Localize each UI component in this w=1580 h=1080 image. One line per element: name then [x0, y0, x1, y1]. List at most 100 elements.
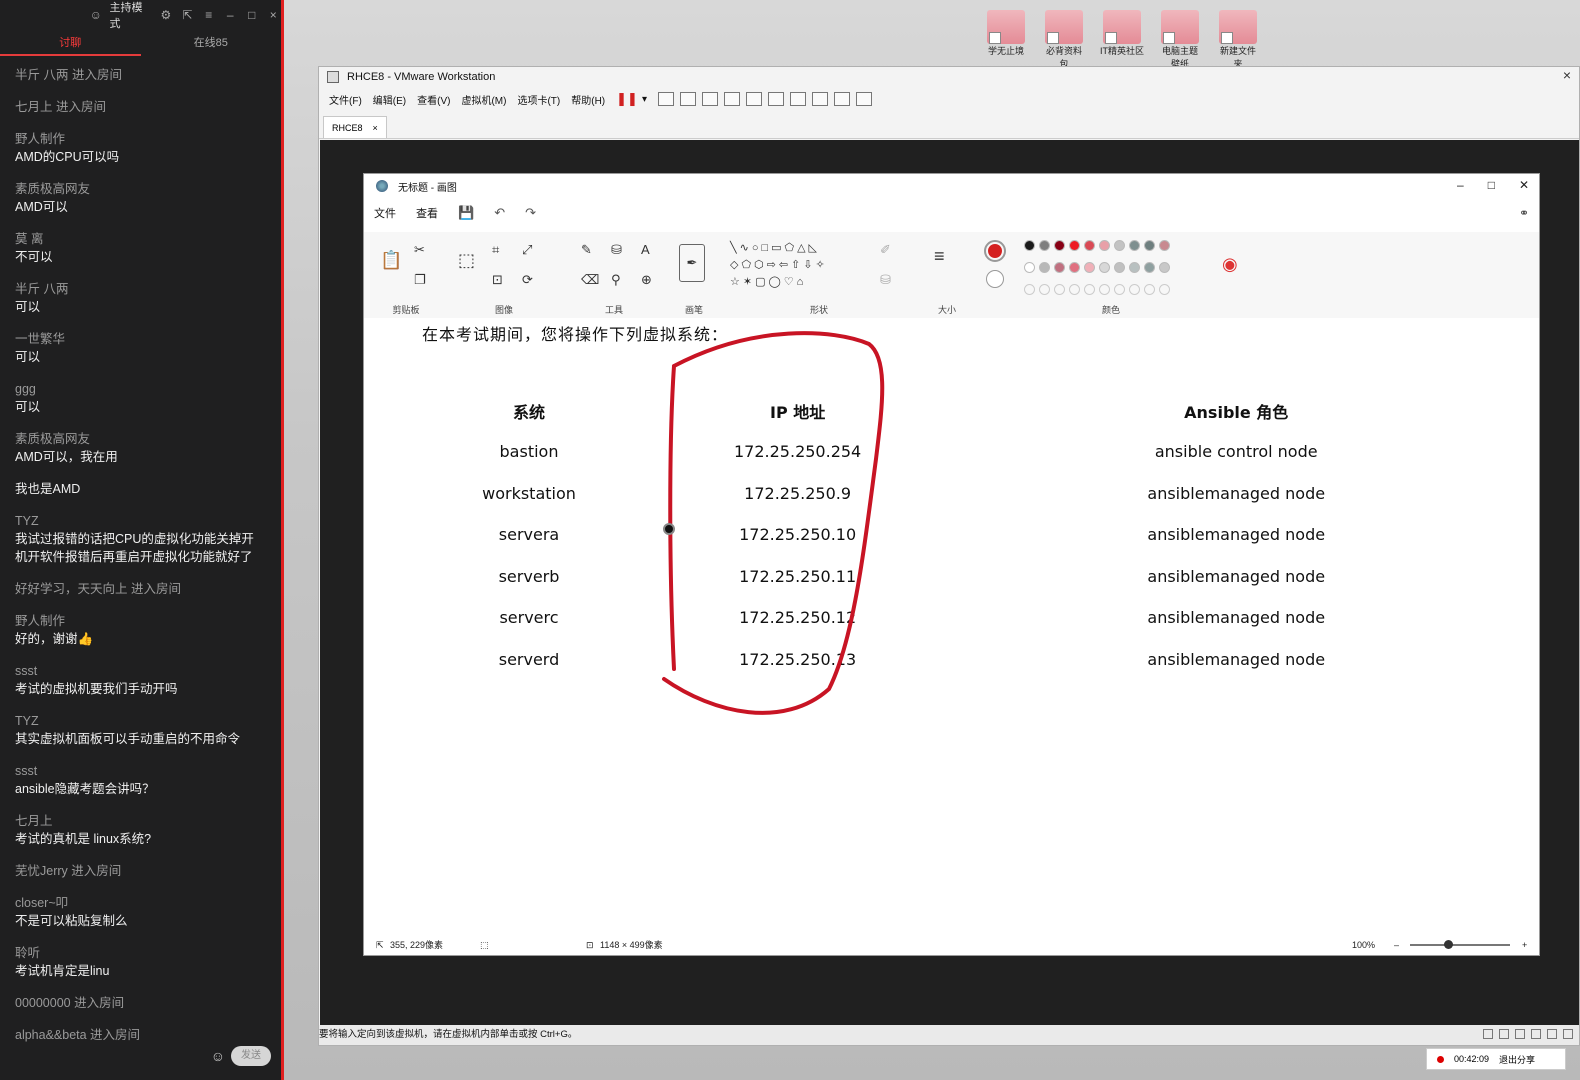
color-swatch[interactable]	[1039, 240, 1050, 251]
color2-swatch[interactable]	[986, 270, 1004, 288]
minimize-icon[interactable]: –	[223, 8, 238, 22]
text-icon[interactable]: A	[641, 242, 650, 257]
shape-fill-icon[interactable]: ⛁	[880, 272, 891, 288]
resize-icon[interactable]: ⤢	[522, 242, 532, 258]
send-button[interactable]: 发送	[231, 1046, 271, 1066]
chat-username[interactable]: ggg	[15, 380, 266, 398]
chat-username[interactable]: 素质极高网友	[15, 430, 266, 448]
chat-username[interactable]: closer~叩	[15, 894, 266, 912]
color-swatch[interactable]	[1054, 240, 1065, 251]
color-swatch[interactable]	[1159, 240, 1170, 251]
custom-color-slot[interactable]	[1054, 284, 1065, 295]
desktop-folder-icon[interactable]: 必背资料包	[1042, 10, 1086, 70]
color-swatch[interactable]	[1024, 262, 1035, 273]
menu-tabs[interactable]: 选项卡(T)	[517, 92, 560, 107]
color-swatch[interactable]	[1069, 262, 1080, 273]
pause-dropdown-icon[interactable]: ▾	[642, 94, 647, 105]
pencil-icon[interactable]: ✎	[581, 242, 592, 258]
close-icon[interactable]: ✕	[1519, 178, 1529, 192]
emoji-icon[interactable]: ☺	[211, 1048, 225, 1064]
library-icon[interactable]	[745, 92, 762, 106]
image-select-icon[interactable]: ⊡	[492, 272, 503, 288]
menu-file[interactable]: 文件(F)	[329, 92, 362, 107]
chat-username[interactable]: TYZ	[15, 712, 266, 730]
fullscreen-icon[interactable]	[789, 92, 806, 106]
outline-icon[interactable]: ✐	[880, 242, 891, 258]
zoom-out-icon[interactable]: –	[1394, 935, 1399, 955]
menu-edit[interactable]: 编辑(E)	[373, 92, 406, 107]
chat-username[interactable]: 聆听	[15, 944, 266, 962]
menu-view[interactable]: 查看	[416, 205, 438, 221]
snapshot-icon[interactable]	[679, 92, 696, 106]
color1-swatch[interactable]	[984, 240, 1006, 262]
zoom-slider-handle[interactable]	[1444, 940, 1453, 949]
chat-username[interactable]: ssst	[15, 662, 266, 680]
save-icon[interactable]: 💾	[458, 205, 474, 221]
maximize-icon[interactable]: □	[244, 8, 259, 22]
custom-color-slot[interactable]	[1159, 284, 1170, 295]
custom-color-slot[interactable]	[1024, 284, 1035, 295]
redo-icon[interactable]: ↷	[525, 205, 536, 221]
vmware-close-icon[interactable]: ×	[1563, 67, 1571, 83]
menu-help[interactable]: 帮助(H)	[571, 92, 605, 107]
unity-icon[interactable]	[811, 92, 828, 106]
network-icon[interactable]	[1515, 1029, 1525, 1039]
color-swatch[interactable]	[1054, 262, 1065, 273]
sound-icon[interactable]	[1547, 1029, 1557, 1039]
paint-canvas[interactable]: 在本考试期间，您将操作下列虚拟系统： 系统 IP 地址 Ansible 角色 b…	[364, 319, 1539, 939]
desktop-folder-icon[interactable]: 电脑主题壁纸	[1158, 10, 1202, 70]
tab-online[interactable]: 在线85	[141, 30, 282, 56]
color-picker-icon[interactable]: ⚲	[611, 272, 621, 288]
custom-color-slot[interactable]	[1039, 284, 1050, 295]
color-swatch[interactable]	[1114, 262, 1125, 273]
share-icon[interactable]: ⚭	[1519, 206, 1529, 220]
fill-icon[interactable]: ⛁	[611, 242, 622, 258]
custom-color-slot[interactable]	[1129, 284, 1140, 295]
chat-username[interactable]: 半斤 八两	[15, 280, 266, 298]
tab-chat[interactable]: 讨聊	[0, 30, 141, 56]
select-icon[interactable]: ⬚	[458, 250, 475, 271]
minimize-icon[interactable]: –	[1457, 178, 1464, 192]
paste-icon[interactable]: 📋	[380, 250, 402, 271]
cut-icon[interactable]: ✂	[414, 242, 425, 258]
color-swatch[interactable]	[1114, 240, 1125, 251]
chat-username[interactable]: ssst	[15, 762, 266, 780]
tab-close-icon[interactable]: ×	[373, 117, 378, 138]
menu-file[interactable]: 文件	[374, 205, 396, 221]
brush-icon[interactable]: ✒	[679, 244, 705, 282]
maximize-icon[interactable]: □	[1488, 178, 1495, 192]
chat-username[interactable]: 莫 离	[15, 230, 266, 248]
color-swatch[interactable]	[1039, 262, 1050, 273]
color-swatch[interactable]	[1084, 240, 1095, 251]
settings-icon[interactable]: ⚙	[158, 8, 173, 22]
snapshot-manager-icon[interactable]	[723, 92, 740, 106]
usb-icon[interactable]	[1531, 1029, 1541, 1039]
color-swatch[interactable]	[1069, 240, 1080, 251]
tab-rhce8[interactable]: RHCE8 ×	[323, 116, 387, 138]
chat-username[interactable]: 素质极高网友	[15, 180, 266, 198]
crop-icon[interactable]: ⌗	[492, 242, 499, 258]
color-swatch[interactable]	[1129, 240, 1140, 251]
edit-colors-icon[interactable]: ◉	[1222, 254, 1238, 275]
color-swatch[interactable]	[1129, 262, 1140, 273]
desktop-folder-icon[interactable]: IT精英社区	[1100, 10, 1144, 70]
display-icon[interactable]	[1563, 1029, 1573, 1039]
color-swatch[interactable]	[1159, 262, 1170, 273]
custom-color-slot[interactable]	[1069, 284, 1080, 295]
undo-icon[interactable]: ↶	[494, 205, 505, 221]
desktop-folder-icon[interactable]: 学无止境	[984, 10, 1028, 70]
chat-username[interactable]: 一世繁华	[15, 330, 266, 348]
menu-view[interactable]: 查看(V)	[417, 92, 450, 107]
send-keys-icon[interactable]	[657, 92, 674, 106]
color-swatch[interactable]	[1024, 240, 1035, 251]
zoom-slider[interactable]	[1410, 944, 1510, 946]
exit-share-button[interactable]: 退出分享	[1499, 1053, 1535, 1066]
chat-username[interactable]: 野人制作	[15, 130, 266, 148]
size-icon[interactable]: ≡	[934, 246, 945, 267]
shapes-gallery[interactable]: ╲∿○□▭⬠△◺ ◇⬠⬡⇨⇦⇧⇩✧ ☆✶▢◯♡⌂	[730, 240, 870, 291]
custom-color-slot[interactable]	[1144, 284, 1155, 295]
color-swatch[interactable]	[1099, 262, 1110, 273]
revert-snapshot-icon[interactable]	[701, 92, 718, 106]
cdrom-icon[interactable]	[1499, 1029, 1509, 1039]
magnifier-icon[interactable]: ⊕	[641, 272, 652, 288]
